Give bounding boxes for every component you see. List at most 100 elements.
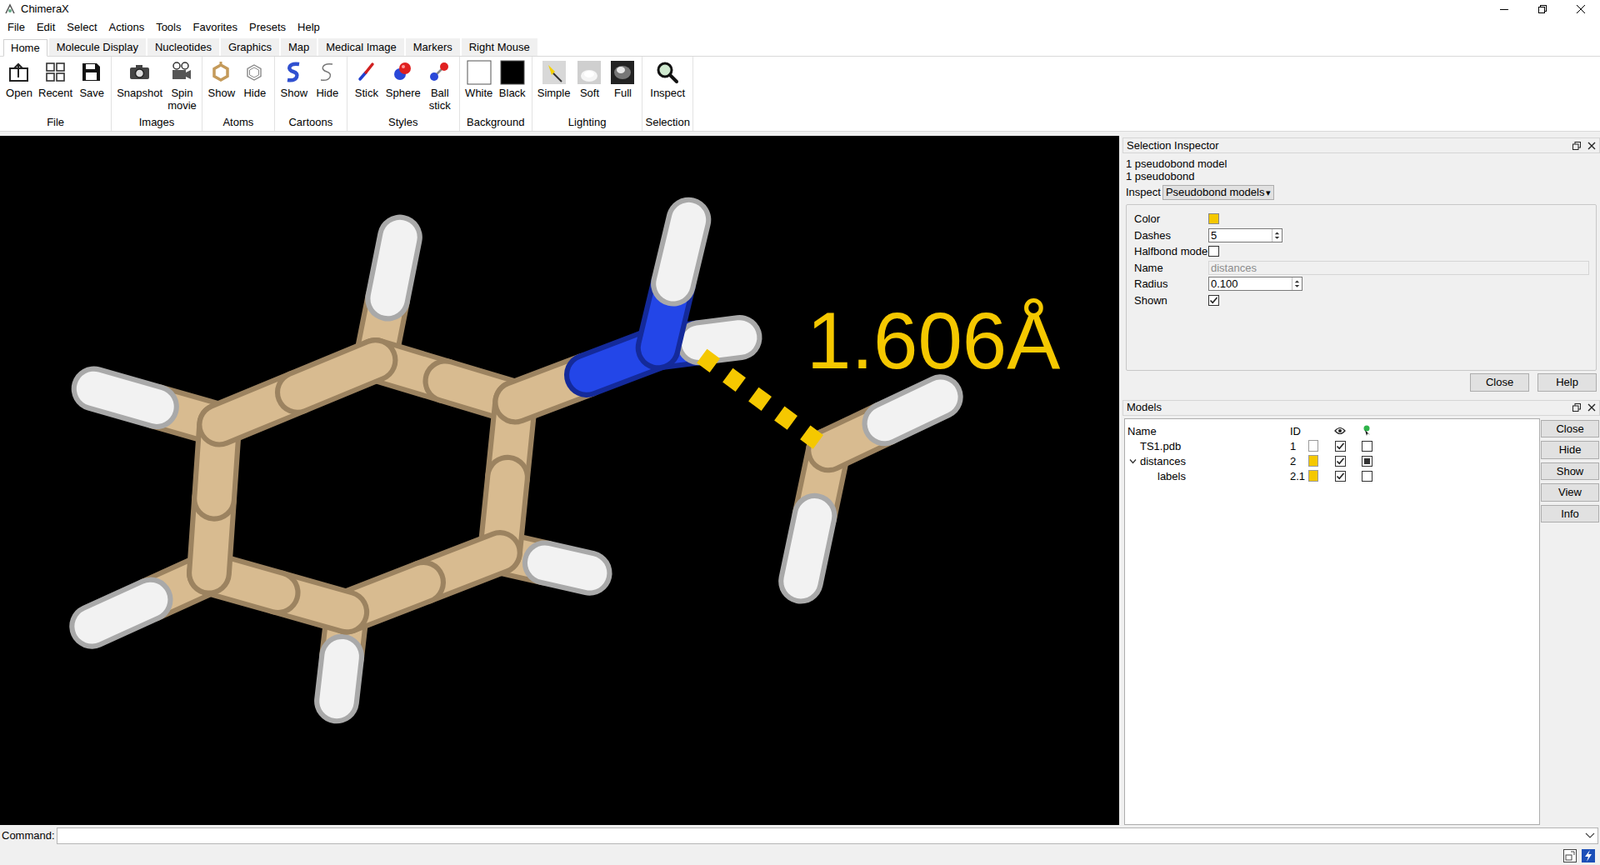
property-row: Radius0.100: [1126, 275, 1596, 293]
panel-title: Selection Inspector: [1126, 137, 1220, 155]
property-checkbox[interactable]: [1208, 245, 1220, 257]
black-swatch-icon: [500, 60, 525, 85]
summary-line: 1 pseudobond: [1125, 170, 1597, 183]
shown-checkbox[interactable]: [1335, 440, 1346, 452]
help-button[interactable]: Help: [1537, 373, 1597, 392]
layout-icon[interactable]: [1563, 849, 1577, 863]
graphics-window[interactable]: 1.606Å: [0, 135, 1120, 825]
models-close-icon[interactable]: [1587, 403, 1596, 412]
inspect-label: Inspect: [1125, 184, 1161, 201]
toolbar-button[interactable]: Hide: [310, 60, 345, 100]
hide-model-button[interactable]: Hide: [1540, 440, 1600, 460]
tab-label: Medical Image: [325, 39, 397, 56]
button-label: Stick: [355, 86, 379, 100]
model-row[interactable]: distances2: [1125, 453, 1540, 469]
toolbar-button[interactable]: Full: [605, 60, 640, 100]
toolbar-button[interactable]: Stick: [350, 60, 384, 100]
title-bar: ChimeraX: [0, 0, 1600, 19]
spin-arrows-icon[interactable]: [1271, 229, 1282, 242]
inspector-float-icon[interactable]: [1572, 141, 1581, 150]
toolbar-group: StickSphereBall stickStyles: [347, 56, 460, 131]
toolbar-group: OpenRecentSaveFile: [0, 56, 112, 131]
model-color-swatch[interactable]: [1308, 440, 1319, 452]
button-label: Help: [1555, 374, 1579, 391]
minimize-button[interactable]: [1485, 0, 1524, 19]
command-input[interactable]: [57, 828, 1585, 844]
tab-label: Home: [10, 40, 40, 57]
toolbar-button[interactable]: Snapshot: [114, 60, 165, 100]
button-label: Hide: [243, 86, 266, 100]
ribbon-tab[interactable]: Right Mouse: [461, 38, 538, 56]
color-swatch[interactable]: [1208, 213, 1220, 225]
shown-checkbox[interactable]: [1335, 470, 1346, 482]
inspect-dropdown[interactable]: Pseudobond models▾: [1162, 185, 1275, 200]
toolbar-button[interactable]: Show: [277, 60, 311, 100]
menu-item[interactable]: Edit: [30, 19, 61, 36]
ribbon-tab[interactable]: Molecule Display: [49, 38, 146, 56]
model-row[interactable]: labels2.1: [1125, 468, 1540, 484]
property-checkbox[interactable]: [1208, 295, 1220, 306]
spin-arrows-icon[interactable]: [1291, 277, 1302, 290]
select-checkbox[interactable]: [1361, 470, 1373, 482]
model-name: distances: [1140, 453, 1186, 470]
select-checkbox[interactable]: [1361, 455, 1373, 467]
view-model-button[interactable]: View: [1540, 483, 1600, 502]
white-swatch-icon: [466, 60, 492, 85]
toolbar-button[interactable]: Simple: [535, 60, 574, 100]
toolbar-button[interactable]: Show: [205, 60, 239, 100]
spin-box[interactable]: 5: [1208, 228, 1283, 243]
toolbar-button[interactable]: Recent: [35, 60, 75, 100]
menu-item[interactable]: Presets: [243, 19, 292, 36]
menu-item[interactable]: Tools: [150, 19, 187, 36]
molecule-view[interactable]: [0, 135, 1120, 825]
history-arrow-icon[interactable]: [1585, 832, 1595, 840]
toolbar-button[interactable]: Inspect: [647, 60, 688, 100]
restore-button[interactable]: [1523, 0, 1562, 19]
close-window-button[interactable]: [1561, 0, 1600, 19]
toolbar-button[interactable]: Soft: [572, 60, 606, 100]
button-label: Recent: [38, 86, 73, 100]
info-model-button[interactable]: Info: [1540, 505, 1600, 524]
menu-item[interactable]: Favorites: [187, 19, 244, 36]
menu-item[interactable]: File: [1, 19, 31, 36]
group-label: Background: [466, 115, 525, 129]
close-button[interactable]: Close: [1470, 373, 1530, 392]
property-row: Dashes5: [1126, 227, 1596, 245]
model-color-swatch[interactable]: [1308, 470, 1319, 482]
menu-item[interactable]: Help: [291, 19, 326, 36]
ribbon-tabs: Home Molecule DisplayNucleotidesGraphics M…: [0, 36, 1600, 57]
inspector-close-icon[interactable]: [1587, 141, 1596, 150]
model-row[interactable]: TS1.pdb1: [1125, 438, 1540, 454]
toolbar-button[interactable]: Open: [2, 60, 36, 100]
models-float-icon[interactable]: [1572, 403, 1581, 412]
menu-item[interactable]: Actions: [103, 19, 151, 36]
expand-arrow-icon[interactable]: [1129, 457, 1137, 465]
spin-box[interactable]: 0.100: [1208, 276, 1303, 291]
toolbar-button[interactable]: Sphere: [383, 60, 424, 100]
shown-checkbox[interactable]: [1335, 455, 1346, 467]
toolbar-group: ShowHideCartoons: [275, 56, 348, 131]
ribbon-tab[interactable]: Home: [3, 39, 48, 57]
toolbar-button[interactable]: Spin movie: [165, 60, 200, 112]
property-label: Shown: [1126, 292, 1209, 310]
ribbon-tab[interactable]: Nucleotides: [147, 38, 220, 56]
toolbar-group: ShowHideAtoms: [202, 56, 275, 131]
ribbon-tab[interactable]: Markers: [405, 38, 460, 56]
ribbon-tab[interactable]: Medical Image: [318, 38, 405, 56]
model-color-swatch[interactable]: [1308, 455, 1319, 467]
ribbon-tab[interactable]: Map: [280, 38, 317, 56]
menu-item[interactable]: Select: [60, 19, 103, 36]
toolbar-button[interactable]: Ball stick: [423, 60, 457, 112]
tab-label: Map: [288, 39, 310, 56]
toolbar-button[interactable]: Hide: [238, 60, 272, 100]
toolbar-button[interactable]: Black: [495, 60, 530, 100]
show-model-button[interactable]: Show: [1540, 462, 1600, 481]
lightning-icon[interactable]: [1581, 849, 1595, 863]
close-model-button[interactable]: Close: [1540, 420, 1600, 439]
ribbon-tab[interactable]: Graphics: [220, 38, 280, 56]
toolbar-button[interactable]: Save: [75, 60, 109, 100]
select-checkbox[interactable]: [1361, 440, 1373, 452]
model-name: TS1.pdb: [1140, 438, 1181, 455]
close-icon: [1576, 5, 1585, 14]
toolbar-button[interactable]: White: [462, 60, 496, 100]
